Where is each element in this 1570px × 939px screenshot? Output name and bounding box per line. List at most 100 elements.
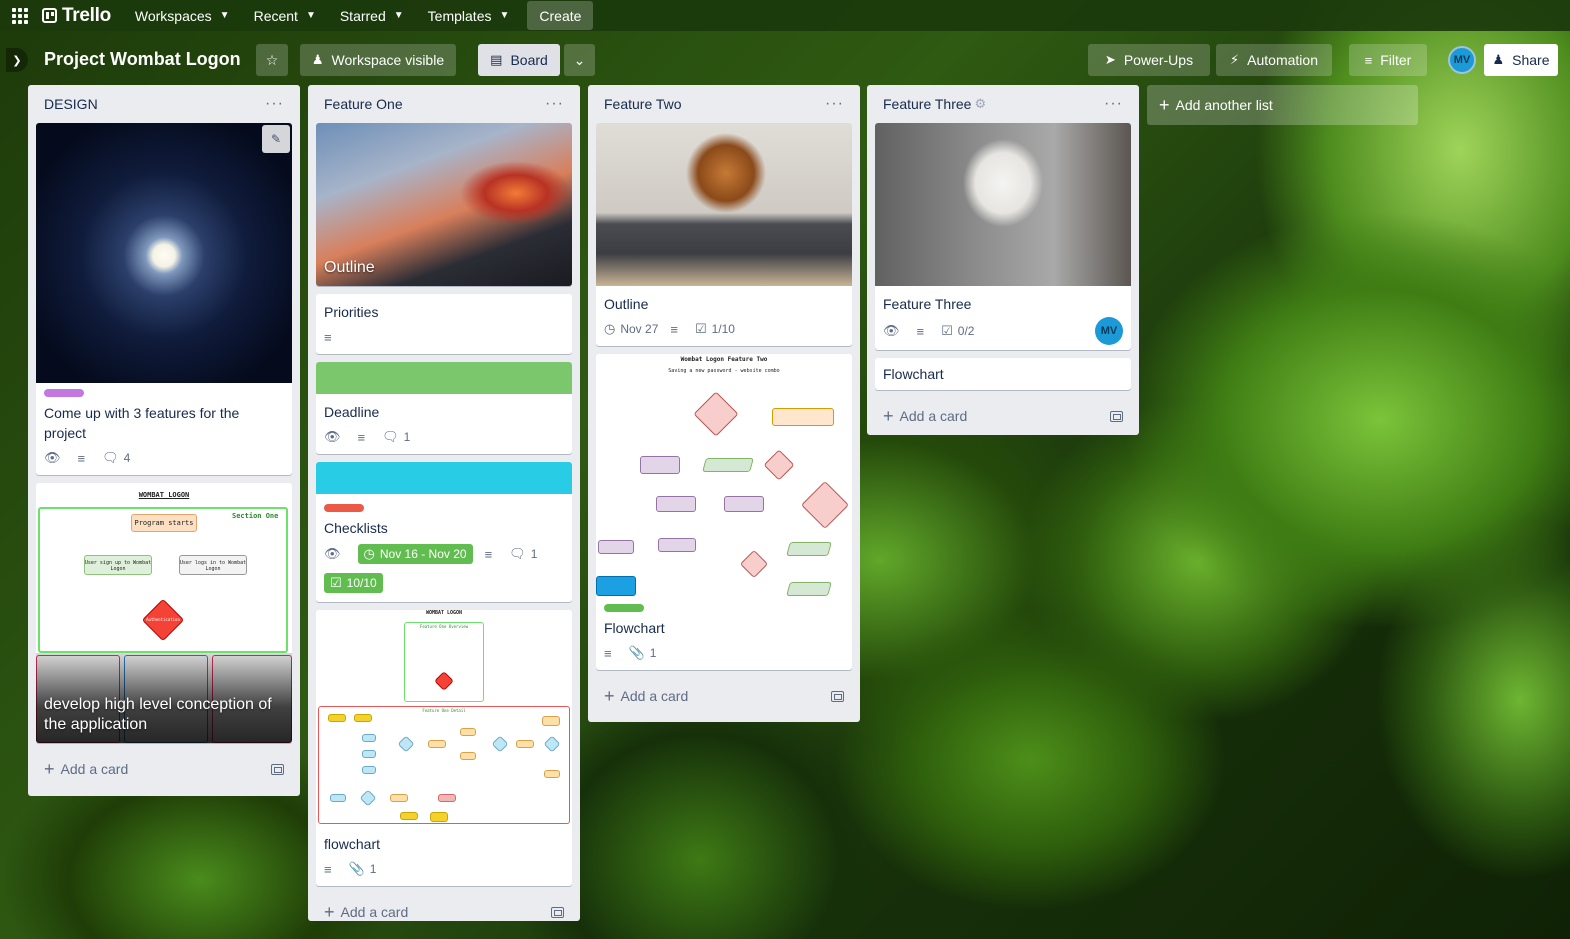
create-from-template-icon[interactable] — [1110, 410, 1123, 422]
more-options-icon[interactable]: ··· — [1104, 95, 1123, 113]
list-title[interactable]: Feature Three — [883, 96, 971, 112]
due-date-text: Nov 27 — [620, 322, 659, 336]
paperclip-icon: 📎 — [348, 861, 365, 876]
card-badges: 👁 ◷ Nov 16 - Nov 20 ≡ 🗨 1 — [324, 542, 564, 566]
more-options-icon[interactable]: ··· — [825, 95, 844, 113]
flow-node — [354, 714, 372, 722]
nav-starred[interactable]: Starred ▼ — [330, 0, 414, 31]
visibility-label: Workspace visible — [331, 52, 445, 68]
flow-node — [362, 734, 376, 742]
board-view-button[interactable]: ▤ Board — [478, 44, 560, 76]
create-from-template-icon[interactable] — [551, 906, 564, 918]
chevron-down-icon: ⌄ — [573, 51, 586, 68]
card-flowchart-feature-three[interactable]: Flowchart — [875, 358, 1131, 390]
create-button[interactable]: Create — [527, 1, 594, 30]
description-icon: ≡ — [670, 321, 678, 337]
checklist-badge: ☑ 0/2 — [941, 323, 974, 339]
nav-workspaces[interactable]: Workspaces ▼ — [125, 0, 240, 31]
gear-icon: ⚙ — [974, 96, 987, 111]
trello-logo[interactable]: Trello — [42, 5, 111, 27]
add-card-button[interactable]: + Add a card — [875, 398, 1131, 434]
board-view-icon: ▤ — [490, 52, 503, 67]
share-button[interactable]: ♟ Share — [1484, 44, 1558, 76]
add-card-button[interactable]: + Add a card — [596, 678, 852, 714]
due-date-badge[interactable]: ◷ Nov 16 - Nov 20 — [357, 544, 473, 564]
chevron-down-icon: ▼ — [305, 10, 316, 21]
member-avatar[interactable]: MV — [1448, 46, 1476, 74]
automation-button[interactable]: ⚡ Automation — [1216, 44, 1332, 76]
card-develop-high-level-conception[interactable]: WOMBAT LOGON Section One Program starts … — [36, 483, 292, 743]
card-label-red[interactable] — [324, 504, 364, 512]
lightning-icon: ⚡ — [1230, 52, 1240, 67]
card-flowchart-feature-two[interactable]: Wombat Logon Feature Two Saving a new pa… — [596, 354, 852, 670]
create-from-template-icon[interactable] — [831, 690, 844, 702]
description-icon: ≡ — [357, 429, 366, 445]
flow-decision — [693, 391, 739, 437]
list-feature-two: Feature Two ··· Outline ◷ Nov 27 ≡ ☑ 1/10 … — [588, 85, 860, 722]
clock-icon: ◷ — [604, 321, 616, 336]
list-feature-one: Feature One ··· Outline Priorities ≡ Dea… — [308, 85, 580, 921]
share-label: Share — [1512, 52, 1550, 68]
flow-heading: WOMBAT LOGON — [138, 491, 190, 499]
card-label-green[interactable] — [604, 604, 644, 612]
card-priorities[interactable]: Priorities ≡ — [316, 294, 572, 354]
card-label-purple[interactable] — [44, 389, 84, 397]
comments-badge: 🗨 1 — [509, 546, 537, 562]
filter-button[interactable]: ≡ Filter — [1349, 44, 1427, 76]
nav-templates[interactable]: Templates ▼ — [418, 0, 520, 31]
list-title[interactable]: Feature One — [324, 96, 403, 112]
card-member-avatar[interactable]: MV — [1095, 317, 1123, 345]
star-icon: ☆ — [265, 51, 279, 68]
flow-node — [656, 496, 696, 512]
create-from-template-icon[interactable] — [271, 763, 284, 775]
card-cover-green — [316, 362, 572, 394]
flow-node — [330, 794, 346, 802]
card-outline-feature-two[interactable]: Outline ◷ Nov 27 ≡ ☑ 1/10 — [596, 123, 852, 346]
flow-decision — [739, 549, 769, 579]
card-outline[interactable]: Outline — [316, 123, 572, 286]
card-flowchart-feature-one[interactable]: WOMBAT LOGON Feature One Overview Featur… — [316, 610, 572, 886]
flow-node — [328, 714, 346, 722]
more-options-icon[interactable]: ··· — [265, 95, 284, 113]
card-come-up-with-features[interactable]: ✎ Come up with 3 features for the projec… — [36, 123, 292, 475]
automation-label: Automation — [1247, 52, 1318, 68]
star-board-button[interactable]: ☆ — [256, 44, 288, 76]
flow-subheading: Saving a new password - website combo — [668, 368, 780, 374]
flow-node — [428, 740, 446, 748]
card-cover-dog-with-glasses — [596, 123, 852, 286]
app-switcher-icon[interactable] — [12, 7, 28, 24]
more-options-icon[interactable]: ··· — [545, 95, 564, 113]
board-header: ❯ Project Wombat Logon ☆ ♟ Workspace visi… — [0, 36, 1570, 84]
description-icon: ≡ — [77, 450, 86, 466]
expand-sidebar-icon[interactable]: ❯ — [6, 48, 28, 72]
visibility-button[interactable]: ♟ Workspace visible — [300, 44, 456, 76]
plus-icon: + — [44, 759, 55, 779]
list-title[interactable]: DESIGN — [44, 96, 98, 112]
due-date-badge[interactable]: ◷ Nov 27 — [604, 321, 658, 337]
add-card-button[interactable]: + Add a card — [36, 751, 292, 787]
edit-pencil-icon[interactable]: ✎ — [262, 125, 290, 153]
list-title[interactable]: Feature Two — [604, 96, 682, 112]
comments-badge: 🗨 1 — [382, 429, 410, 445]
add-card-label: Add a card — [60, 761, 129, 777]
add-another-list-button[interactable]: + Add another list — [1147, 85, 1418, 125]
card-deadline[interactable]: Deadline 👁 ≡ 🗨 1 — [316, 362, 572, 454]
due-date-text: Nov 16 - Nov 20 — [379, 547, 467, 561]
checklist-badge: ☑ 10/10 — [324, 573, 383, 593]
filter-icon: ≡ — [1364, 52, 1373, 68]
add-card-button[interactable]: + Add a card — [316, 894, 572, 930]
watching-eye-icon: 👁 — [883, 323, 900, 338]
chevron-down-icon: ▼ — [219, 10, 230, 21]
paperclip-icon: 📎 — [628, 645, 645, 660]
board-view-label: Board — [510, 52, 548, 68]
card-feature-three[interactable]: Feature Three 👁 ≡ ☑ 0/2 MV — [875, 123, 1131, 350]
flow-section-label: Feature One Overview — [419, 624, 469, 629]
plus-icon: + — [604, 686, 615, 706]
card-cover-moon — [36, 123, 292, 383]
card-badges: ◷ Nov 27 ≡ ☑ 1/10 — [604, 318, 844, 340]
board-title[interactable]: Project Wombat Logon — [44, 49, 241, 70]
power-ups-button[interactable]: ➤ Power-Ups — [1088, 44, 1210, 76]
view-switcher-button[interactable]: ⌄ — [564, 44, 595, 76]
card-checklists[interactable]: Checklists 👁 ◷ Nov 16 - Nov 20 ≡ 🗨 1 ☑ 10/1… — [316, 462, 572, 602]
nav-recent[interactable]: Recent ▼ — [244, 0, 326, 31]
